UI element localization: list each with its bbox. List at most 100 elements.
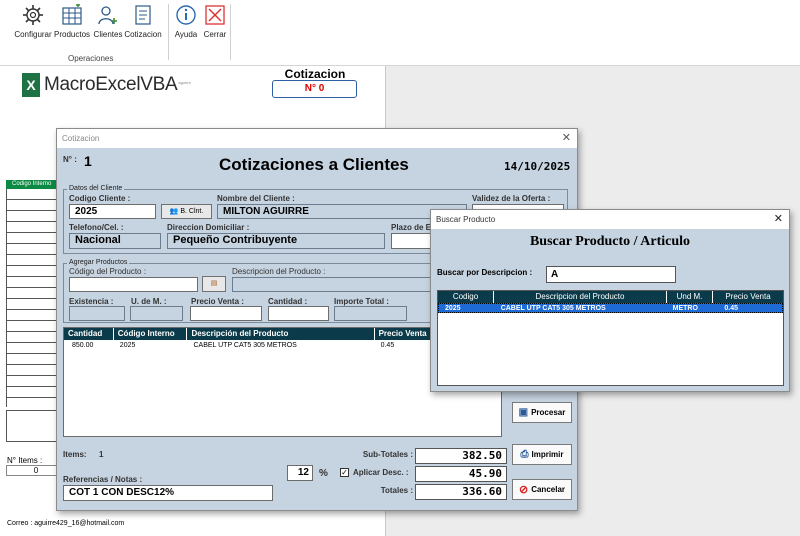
sheet-title: Cotizacion (284, 67, 346, 81)
logo-superscript: aguirre (178, 80, 191, 85)
subtotal-value: 382.50 (415, 448, 507, 464)
quote-dialog-title: Cotizacion (62, 134, 100, 143)
process-label: Procesar (531, 408, 566, 417)
stock-input[interactable] (69, 306, 125, 321)
search-dialog-titlebar[interactable]: Buscar Producto ✕ (431, 210, 789, 229)
grid-cell: 850.00 (72, 342, 94, 349)
quote-items-label: Items: (63, 450, 87, 459)
client-code-input[interactable]: 2025 (69, 204, 156, 219)
apply-discount-label: Aplicar Desc. : (353, 468, 409, 477)
dialog-close-icon[interactable]: ✕ (774, 210, 783, 229)
save-icon: ▣ (518, 407, 529, 418)
client-code-label: Codigo Cliente : (69, 194, 131, 203)
box-icon: ▤ (210, 280, 218, 287)
cotizacion-label: Cotizacion (124, 30, 162, 39)
quantity-label: Cantidad : (268, 297, 308, 306)
print-button[interactable]: ⎙ Imprimir (512, 444, 572, 465)
grid-cell: 2025 (119, 342, 136, 349)
total-label: Totales : (380, 486, 413, 495)
unit-label: U. de M. : (131, 297, 167, 306)
stock-label: Existencia : (69, 297, 114, 306)
productos-button[interactable]: Productos (54, 4, 90, 39)
cerrar-label: Cerrar (203, 30, 227, 39)
product-desc-label: Descripcion del Producto : (232, 267, 326, 276)
configurar-label: Configurar (14, 30, 52, 39)
clientes-button[interactable]: Clientes (92, 4, 124, 39)
printer-icon: ⎙ (520, 449, 529, 460)
search-input[interactable]: A (546, 266, 676, 283)
client-name-label: Nombre del Cliente : (217, 194, 295, 203)
search-client-label: B. Clnt. (180, 208, 204, 215)
search-results-grid[interactable]: Codigo Descripcion del Producto Und M. P… (437, 290, 784, 386)
unit-input[interactable] (130, 306, 183, 321)
process-button[interactable]: ▣ Procesar (512, 402, 572, 423)
sheet-rows (6, 189, 58, 407)
grid-header-cell: Descripción del Producto (187, 328, 375, 340)
sheet-box (6, 410, 58, 442)
cancel-icon: ⊘ (518, 484, 529, 496)
search-product-dialog: Buscar Producto ✕ Buscar Producto / Arti… (430, 209, 790, 392)
price-input[interactable] (190, 306, 262, 321)
product-desc-input[interactable] (232, 277, 432, 292)
phone-label: Telefono/Cel. : (69, 223, 124, 232)
column-header: Codigo Interno (6, 180, 58, 189)
gear-icon (23, 5, 43, 25)
search-cell: METRO (672, 305, 698, 312)
apply-discount-checkbox[interactable]: ✓ (340, 468, 349, 477)
delivery-term-input[interactable] (391, 233, 431, 249)
search-description-label: Buscar por Descripcion : (437, 268, 533, 277)
ribbon-group-label: Operaciones (68, 54, 114, 63)
total-value: 336.60 (415, 484, 507, 500)
ribbon-separator (168, 4, 169, 60)
items-label: N° Items : (7, 456, 43, 465)
address-input[interactable]: Pequeño Contribuyente (167, 233, 385, 249)
search-header-cell: Descripcion del Producto (494, 291, 667, 303)
cotizacion-button[interactable]: Cotizacion (124, 4, 162, 39)
percent-sign: % (319, 468, 328, 479)
cancel-button[interactable]: ⊘ Cancelar (512, 479, 572, 500)
quote-number-value: 1 (84, 153, 92, 169)
search-header-cell: Und M. (667, 291, 713, 303)
email-text: Correo : aguirre429_16@hotmail.com (7, 520, 125, 527)
quote-number-label: N° : (63, 155, 77, 164)
ribbon: Configurar Productos Clientes Cotizacion… (0, 0, 800, 66)
excel-logo-icon: X (22, 73, 40, 97)
product-search-button[interactable]: ▤ (202, 276, 226, 292)
info-icon (176, 5, 196, 25)
search-client-button[interactable]: 👥 B. Clnt. (161, 204, 212, 219)
search-dialog-heading: Buscar Producto / Articulo (529, 234, 691, 249)
amount-label: Importe Total : (334, 297, 389, 306)
search-grid-header: Codigo Descripcion del Producto Und M. P… (438, 291, 783, 303)
discount-percent-input[interactable]: 12 (287, 465, 313, 481)
quote-items-value: 1 (99, 450, 104, 459)
search-header-cell: Codigo (438, 291, 494, 303)
ayuda-button[interactable]: Ayuda (173, 4, 199, 39)
clientes-label: Clientes (93, 30, 123, 39)
product-code-label: Código del Producto : (69, 267, 146, 276)
search-result-row[interactable]: 2025 CABEL UTP CAT5 305 METROS METRO 0.4… (438, 303, 783, 313)
search-cell: CABEL UTP CAT5 305 METROS (500, 305, 606, 312)
discount-amount: 45.90 (415, 466, 507, 482)
subtotal-label: Sub-Totales : (362, 450, 413, 459)
products-frame-label: Agregar Productos (67, 259, 130, 266)
quote-date: 14/10/2025 (504, 160, 571, 173)
validity-label: Validez de la Oferta : (472, 194, 551, 203)
quantity-input[interactable] (268, 306, 329, 321)
product-code-input[interactable] (69, 277, 198, 292)
cerrar-button[interactable]: Cerrar (202, 4, 228, 39)
logo: X MacroExcelVBA aguirre (22, 72, 191, 98)
delivery-term-label: Plazo de E (391, 223, 432, 232)
price-label: Precio Venta : (191, 297, 244, 306)
search-cell: 2025 (445, 305, 461, 312)
quote-dialog-titlebar[interactable]: Cotizacion ✕ (57, 129, 577, 148)
grid-header-cell: Cantidad (64, 328, 114, 340)
amount-input[interactable] (334, 306, 407, 321)
dialog-close-icon[interactable]: ✕ (562, 129, 571, 148)
configurar-button[interactable]: Configurar (14, 4, 52, 39)
references-input[interactable]: COT 1 CON DESC12% (63, 485, 273, 501)
grid-header-cell: Código Interno (114, 328, 188, 340)
search-cell: 0.45 (724, 305, 738, 312)
references-label: Referencias / Notas : (63, 475, 143, 484)
phone-input[interactable]: Nacional (69, 233, 161, 249)
logo-text: MacroExcelVBA (44, 74, 178, 95)
